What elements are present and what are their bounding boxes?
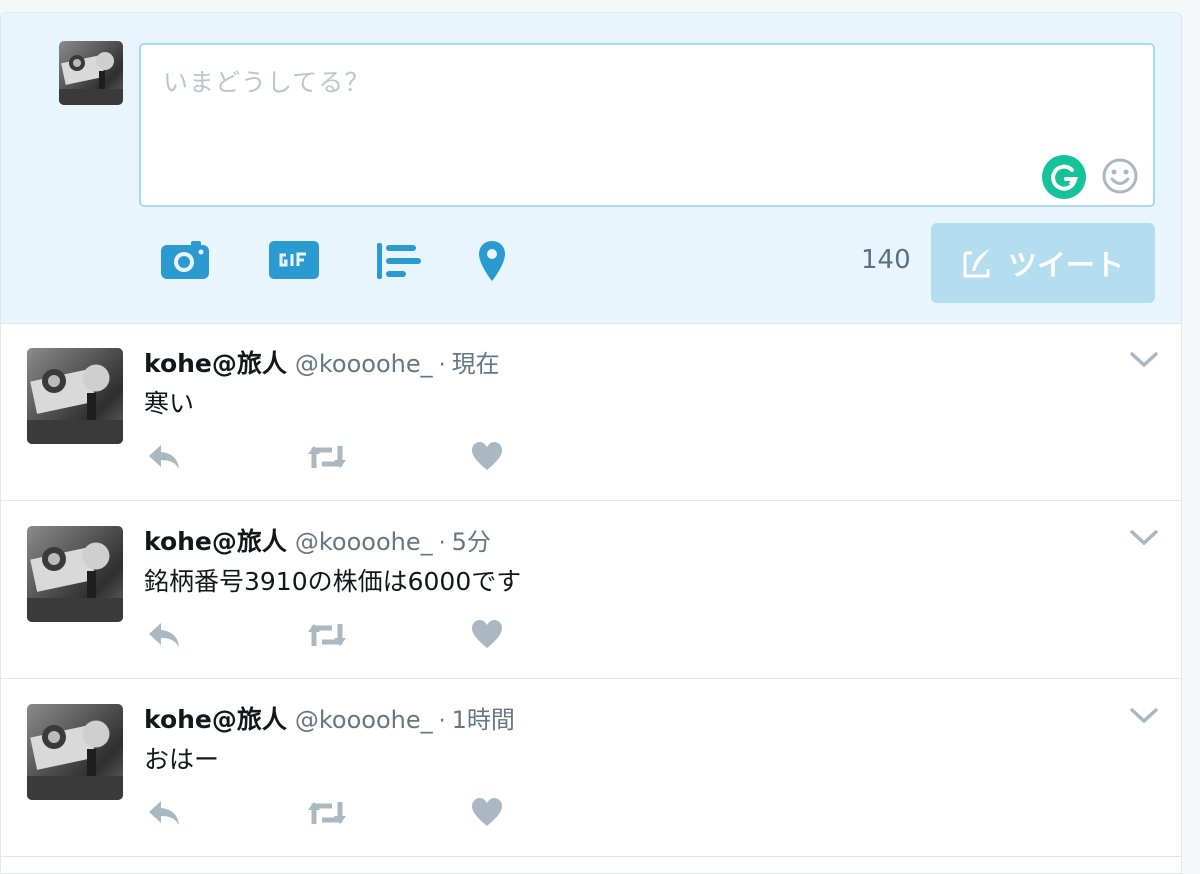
tweet-button-label: ツイート	[1007, 248, 1124, 282]
tweet-header: kohe@旅人 @koooohe_ · 1時間	[144, 700, 515, 736]
tweet-timestamp[interactable]: 1時間	[452, 706, 515, 734]
tweet-textbox[interactable]: いまどうしてる？	[139, 43, 1155, 207]
tweet-header: kohe@旅人 @koooohe_ · 5分	[144, 522, 491, 558]
user-avatar[interactable]	[59, 41, 123, 105]
like-heart-icon[interactable]	[471, 798, 503, 832]
tweet-username[interactable]: @koooohe_	[295, 350, 433, 378]
timeline-card: いまどうしてる？ 140 ツイート kohe@旅人 @koooohe_ · 現在…	[0, 12, 1182, 874]
tweet-composer: いまどうしてる？ 140 ツイート	[1, 13, 1181, 324]
separator-dot: ·	[438, 709, 446, 734]
emoji-icon[interactable]	[1101, 157, 1139, 195]
tweet-item[interactable]: kohe@旅人 @koooohe_ · 1時間 おはー	[1, 680, 1181, 857]
character-counter: 140	[861, 245, 911, 275]
tweet-header: kohe@旅人 @koooohe_ · 現在	[144, 344, 500, 380]
separator-dot: ·	[438, 353, 446, 378]
tweet-fullname[interactable]: kohe@旅人	[144, 705, 287, 734]
tweet-text: おはー	[144, 745, 220, 774]
tweet-timestamp[interactable]: 現在	[452, 350, 500, 378]
reply-icon[interactable]	[147, 798, 181, 832]
tweet-timestamp[interactable]: 5分	[452, 528, 491, 556]
grammarly-icon[interactable]	[1042, 155, 1086, 199]
chevron-down-icon[interactable]	[1129, 350, 1159, 370]
compose-quill-icon	[963, 249, 990, 278]
tweet-text: 寒い	[144, 389, 195, 418]
tweet-avatar[interactable]	[27, 704, 123, 800]
like-heart-icon[interactable]	[471, 442, 503, 476]
reply-icon[interactable]	[147, 442, 181, 476]
tweet-text: 銘柄番号3910の株価は6000です	[144, 567, 522, 596]
chevron-down-icon[interactable]	[1129, 706, 1159, 726]
separator-dot: ·	[438, 531, 446, 556]
camera-icon[interactable]	[161, 239, 209, 283]
tweet-button[interactable]: ツイート	[931, 223, 1155, 303]
chevron-down-icon[interactable]	[1129, 528, 1159, 548]
tweet-avatar[interactable]	[27, 348, 123, 444]
tweet-fullname[interactable]: kohe@旅人	[144, 527, 287, 556]
tweet-item[interactable]: kohe@旅人 @koooohe_ · 5分 銘柄番号3910の株価は6000です	[1, 502, 1181, 679]
retweet-icon[interactable]	[306, 620, 348, 654]
tweet-username[interactable]: @koooohe_	[295, 706, 433, 734]
location-icon[interactable]	[477, 239, 507, 287]
poll-icon[interactable]	[377, 243, 421, 283]
gif-icon[interactable]	[269, 241, 319, 283]
like-heart-icon[interactable]	[471, 620, 503, 654]
reply-icon[interactable]	[147, 620, 181, 654]
tweet-username[interactable]: @koooohe_	[295, 528, 433, 556]
tweet-fullname[interactable]: kohe@旅人	[144, 349, 287, 378]
retweet-icon[interactable]	[306, 798, 348, 832]
tweet-placeholder: いまどうしてる？	[163, 68, 371, 97]
tweet-item[interactable]: kohe@旅人 @koooohe_ · 現在 寒い	[1, 324, 1181, 501]
tweet-avatar[interactable]	[27, 526, 123, 622]
retweet-icon[interactable]	[306, 442, 348, 476]
